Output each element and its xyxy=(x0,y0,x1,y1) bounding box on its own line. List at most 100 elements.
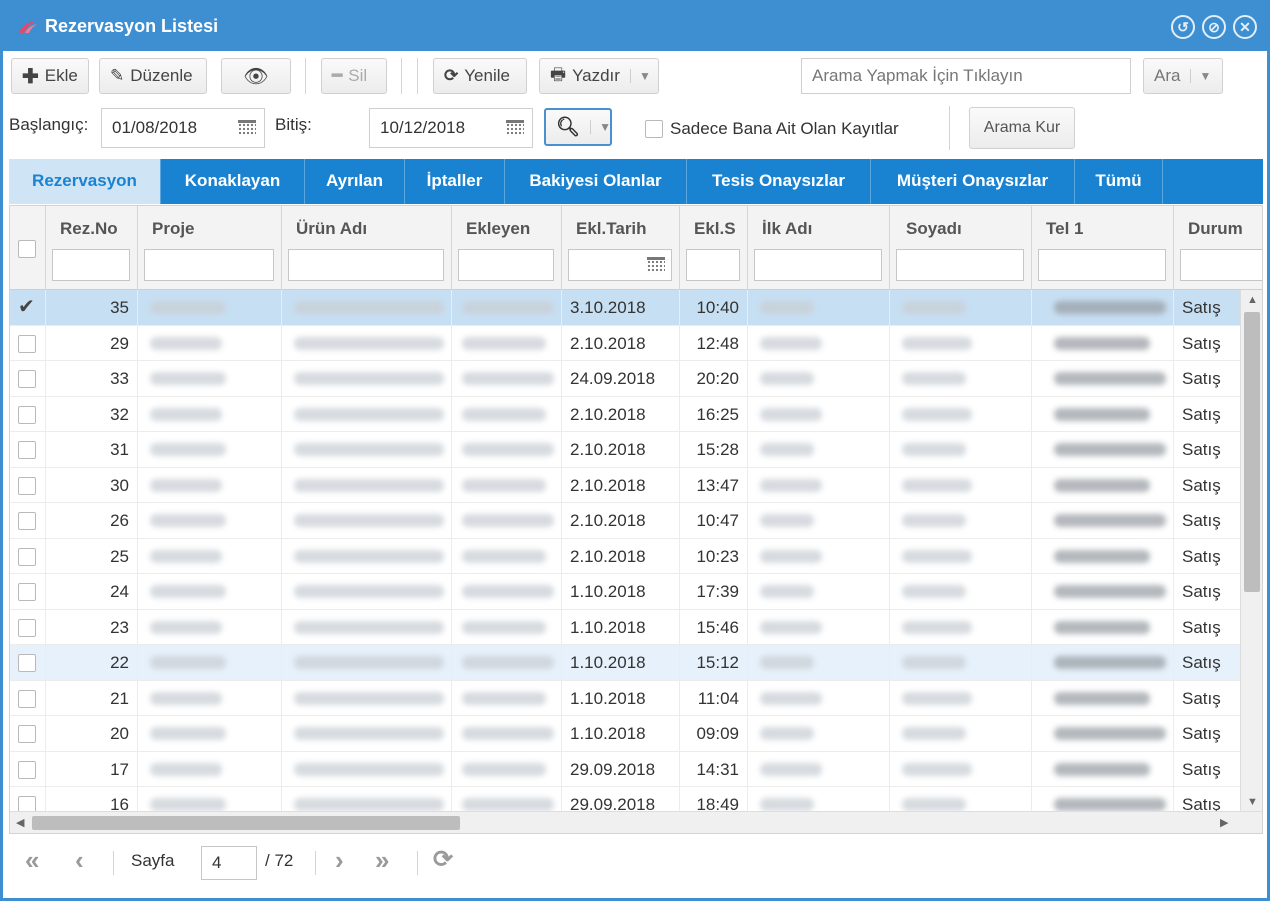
horizontal-scroll-thumb[interactable] xyxy=(32,816,460,830)
redacted-text xyxy=(150,301,226,314)
row-checkbox[interactable] xyxy=(18,760,36,779)
tab-ayrilan[interactable]: Ayrılan xyxy=(305,159,405,204)
only-mine-checkbox[interactable] xyxy=(645,120,663,138)
tab-bakiyesi-olanlar[interactable]: Bakiyesi Olanlar xyxy=(505,159,687,204)
start-date-input[interactable]: 01/08/2018 xyxy=(101,108,265,148)
edit-button[interactable]: ✎ Düzenle xyxy=(99,58,207,94)
row-checkbox[interactable] xyxy=(18,334,36,353)
filter-durum[interactable] xyxy=(1180,249,1262,281)
search-menu-button[interactable]: Ara ▼ xyxy=(1143,58,1223,94)
scroll-right-icon[interactable]: ▶ xyxy=(1220,816,1228,829)
col-proje[interactable]: Proje xyxy=(138,206,282,290)
tab-musteri-onaysizlar[interactable]: Müşteri Onaysızlar xyxy=(871,159,1075,204)
close-icon[interactable]: ✕ xyxy=(1233,15,1257,39)
table-row[interactable]: 20 1.10.2018 09:09 Satış xyxy=(10,716,1240,752)
filter-ekl-saat[interactable] xyxy=(686,249,740,281)
tab-rezervasyon[interactable]: Rezervasyon xyxy=(9,159,161,204)
filter-urun-adi[interactable] xyxy=(288,249,444,281)
print-button[interactable]: 🖶 Yazdır ▼ xyxy=(539,58,659,94)
row-checkbox[interactable] xyxy=(18,441,36,459)
filter-ekleyen[interactable] xyxy=(458,249,554,281)
title-bar[interactable]: Rezervasyon Listesi ↺ ⊘ ✕ xyxy=(3,3,1267,51)
next-page-icon[interactable]: › xyxy=(335,845,344,876)
end-date-input[interactable]: 10/12/2018 xyxy=(369,108,533,148)
table-row[interactable]: 33 24.09.2018 20:20 Satış xyxy=(10,361,1240,397)
table-row[interactable]: 17 29.09.2018 14:31 Satış xyxy=(10,751,1240,787)
row-checkbox[interactable] xyxy=(18,689,36,708)
vertical-scrollbar[interactable]: ▲ ▼ xyxy=(1240,290,1262,812)
calendar-icon[interactable] xyxy=(647,257,665,273)
row-checkbox[interactable] xyxy=(18,618,36,637)
first-page-icon[interactable]: « xyxy=(25,845,39,876)
col-rez-no[interactable]: Rez.No xyxy=(46,206,138,290)
checkmark-icon[interactable]: ✔ xyxy=(18,290,35,325)
horizontal-scrollbar[interactable]: ◀ ▶ xyxy=(10,811,1262,833)
table-row[interactable]: 23 1.10.2018 15:46 Satış xyxy=(10,609,1240,645)
table-row[interactable]: 16 29.09.2018 18:49 Satış xyxy=(10,787,1240,812)
search-input[interactable]: Arama Yapmak İçin Tıklayın xyxy=(801,58,1131,94)
prev-page-icon[interactable]: ‹ xyxy=(75,845,84,876)
filter-ekl-tarih[interactable] xyxy=(568,249,672,281)
col-ilk-adi[interactable]: İlk Adı xyxy=(748,206,890,290)
filter-soyadi[interactable] xyxy=(896,249,1024,281)
chevron-down-icon[interactable]: ▼ xyxy=(590,120,611,134)
tab-tesis-onaysizlar[interactable]: Tesis Onaysızlar xyxy=(687,159,871,204)
chevron-down-icon[interactable]: ▼ xyxy=(1190,69,1211,83)
col-ekl-saat[interactable]: Ekl.S xyxy=(680,206,748,290)
table-row[interactable]: 24 1.10.2018 17:39 Satış xyxy=(10,574,1240,610)
table-row[interactable]: 29 2.10.2018 12:48 Satış xyxy=(10,325,1240,361)
scroll-left-icon[interactable]: ◀ xyxy=(16,816,24,829)
col-durum[interactable]: Durum xyxy=(1174,206,1262,290)
select-all-checkbox[interactable] xyxy=(18,240,36,258)
vertical-scroll-thumb[interactable] xyxy=(1244,312,1260,592)
table-row[interactable]: 21 1.10.2018 11:04 Satış xyxy=(10,680,1240,716)
table-row[interactable]: 25 2.10.2018 10:23 Satış xyxy=(10,538,1240,574)
table-row[interactable]: ✔ 35 3.10.2018 10:40 Satış xyxy=(10,290,1240,326)
col-ekleyen[interactable]: Ekleyen xyxy=(452,206,562,290)
scroll-down-icon[interactable]: ▼ xyxy=(1247,796,1258,808)
row-checkbox[interactable] xyxy=(18,405,36,424)
col-soyadi[interactable]: Soyadı xyxy=(890,206,1032,290)
col-tel1[interactable]: Tel 1 xyxy=(1032,206,1174,290)
minimize-icon[interactable]: ⊘ xyxy=(1202,15,1226,39)
cell-soyadi xyxy=(890,574,1032,609)
filter-tel1[interactable] xyxy=(1038,249,1166,281)
delete-button[interactable]: ━ Sil xyxy=(321,58,387,94)
filter-ilk-adi[interactable] xyxy=(754,249,882,281)
tab-konaklayan[interactable]: Konaklayan xyxy=(161,159,305,204)
row-checkbox[interactable] xyxy=(18,796,36,812)
refresh-button[interactable]: ⟳ Yenile xyxy=(433,58,527,94)
calendar-icon[interactable] xyxy=(238,120,256,136)
col-urun-adi[interactable]: Ürün Adı xyxy=(282,206,452,290)
scroll-up-icon[interactable]: ▲ xyxy=(1247,294,1258,306)
table-row[interactable]: 31 2.10.2018 15:28 Satış xyxy=(10,432,1240,468)
view-button[interactable]: 👁 xyxy=(221,58,291,94)
date-search-button[interactable]: 🔍︎ ▼ xyxy=(544,108,612,146)
last-page-icon[interactable]: » xyxy=(375,845,389,876)
tab-iptaller[interactable]: İptaller xyxy=(405,159,505,204)
restore-icon[interactable]: ↺ xyxy=(1171,15,1195,39)
table-row[interactable]: 30 2.10.2018 13:47 Satış xyxy=(10,467,1240,503)
calendar-icon[interactable] xyxy=(506,120,524,136)
row-checkbox[interactable] xyxy=(18,583,36,601)
table-row[interactable]: 22 1.10.2018 15:12 Satış xyxy=(10,645,1240,681)
reload-icon[interactable]: ⟳ xyxy=(433,845,453,874)
row-checkbox[interactable] xyxy=(18,725,36,743)
tab-tumu[interactable]: Tümü xyxy=(1075,159,1163,204)
row-checkbox[interactable] xyxy=(18,547,36,566)
add-button[interactable]: ✚ Ekle xyxy=(11,58,89,94)
filter-rez-no[interactable] xyxy=(52,249,130,281)
table-row[interactable]: 32 2.10.2018 16:25 Satış xyxy=(10,396,1240,432)
row-checkbox[interactable] xyxy=(18,370,36,388)
chevron-down-icon[interactable]: ▼ xyxy=(629,69,651,83)
col-ekl-tarih[interactable]: Ekl.Tarih xyxy=(562,206,680,290)
cell-urun-adi xyxy=(282,609,452,645)
cell-durum: Satış xyxy=(1174,645,1240,680)
page-number-input[interactable]: 4 xyxy=(201,846,257,880)
row-checkbox[interactable] xyxy=(18,654,36,672)
filter-proje[interactable] xyxy=(144,249,274,281)
row-checkbox[interactable] xyxy=(18,476,36,495)
build-search-button[interactable]: Arama Kur xyxy=(969,107,1075,149)
row-checkbox[interactable] xyxy=(18,512,36,530)
table-row[interactable]: 26 2.10.2018 10:47 Satış xyxy=(10,503,1240,539)
